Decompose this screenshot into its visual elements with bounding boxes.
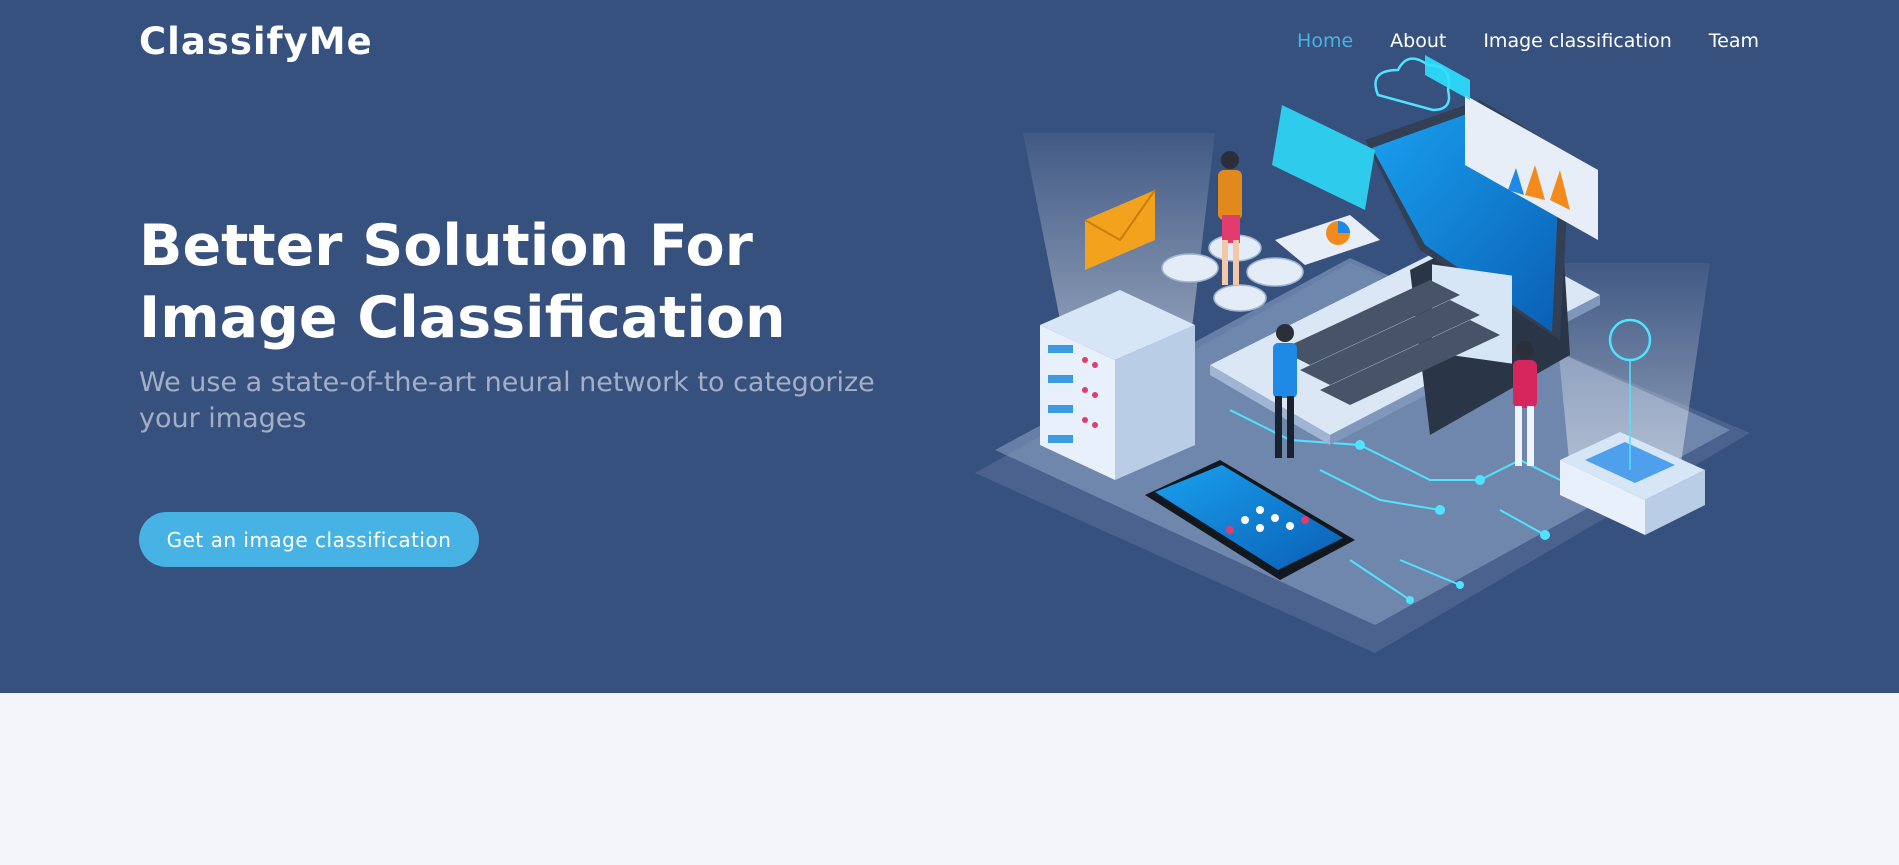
hero-illustration-icon: [975, 55, 1750, 653]
get-classification-button[interactable]: Get an image classification: [139, 512, 479, 567]
content-section: [0, 693, 1899, 865]
hero-title: Better Solution For Image Classification: [139, 213, 786, 351]
hero-section: ClassifyMe Home About Image classificati…: [0, 0, 1899, 693]
brand-logo[interactable]: ClassifyMe: [139, 20, 373, 63]
hero-subtitle: We use a state-of-the-art neural network…: [139, 367, 875, 434]
